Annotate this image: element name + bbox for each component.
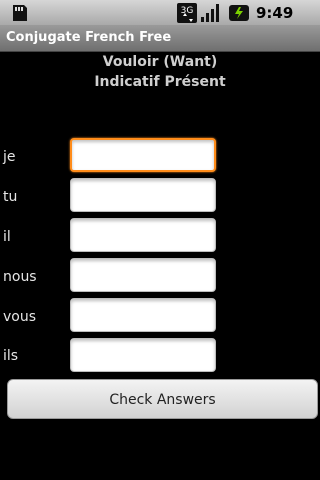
app-title: Conjugate French Free	[6, 30, 172, 45]
app-title-bar: Conjugate French Free	[0, 25, 320, 52]
check-answers-button[interactable]: Check Answers	[7, 379, 318, 419]
pronoun-label-il: il	[3, 229, 11, 245]
pronoun-label-ils: ils	[3, 348, 19, 364]
pronoun-label-je: je	[3, 149, 16, 165]
pronoun-label-tu: tu	[3, 189, 18, 205]
answer-field-il[interactable]	[70, 218, 216, 252]
answer-field-nous[interactable]	[70, 258, 216, 292]
verb-heading: Vouloir (Want)	[102, 54, 218, 70]
sd-card-icon	[13, 5, 27, 21]
status-bar: 3G 9:49 PM	[0, 0, 320, 40]
answer-field-ils[interactable]	[70, 338, 216, 372]
answer-field-tu[interactable]	[70, 178, 216, 212]
pronoun-label-vous: vous	[3, 309, 37, 325]
network-type-label: 3G	[181, 6, 194, 16]
signal-icon	[201, 4, 219, 22]
3g-data-icon: 3G	[177, 3, 197, 23]
tense-heading: Indicatif Présent	[94, 74, 226, 90]
answer-field-vous[interactable]	[70, 298, 216, 332]
battery-icon	[229, 5, 249, 21]
answer-field-je[interactable]	[70, 138, 216, 172]
pronoun-label-nous: nous	[3, 269, 37, 285]
